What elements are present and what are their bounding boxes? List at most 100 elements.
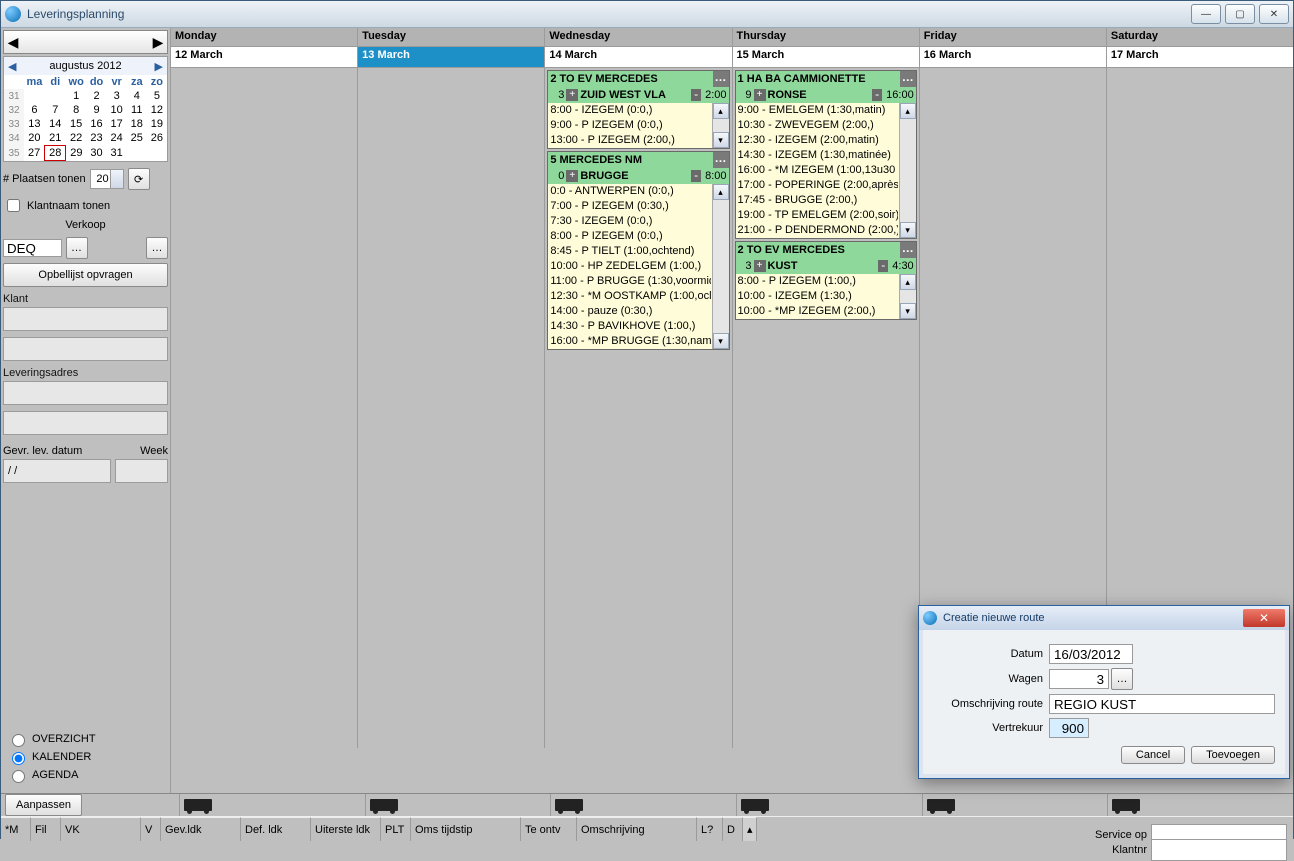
close-button[interactable]: ✕ bbox=[1259, 4, 1289, 24]
collapse-icon[interactable]: - bbox=[878, 260, 888, 272]
opbellijst-button[interactable]: Opbellijst opvragen bbox=[3, 263, 168, 287]
calendar-day[interactable]: 5 bbox=[147, 89, 167, 103]
view-overzicht-radio[interactable] bbox=[12, 734, 25, 747]
calendar-day[interactable]: 20 bbox=[24, 131, 45, 146]
expand-icon[interactable]: + bbox=[566, 89, 578, 101]
route-item[interactable]: 7:00 - P IZEGEM (0:30,) bbox=[550, 199, 710, 214]
grid-col-header[interactable]: Uiterste ldk bbox=[311, 817, 381, 841]
grid-col-header[interactable]: Def. ldk bbox=[241, 817, 311, 841]
grid-col-header[interactable]: D bbox=[723, 817, 743, 841]
route-menu-icon[interactable]: … bbox=[900, 242, 916, 258]
route-item[interactable]: 9:00 - P IZEGEM (0:0,) bbox=[550, 118, 710, 133]
route-menu-icon[interactable]: … bbox=[713, 152, 729, 168]
route-item[interactable]: 8:00 - P IZEGEM (1:00,) bbox=[738, 274, 898, 289]
lev-input2[interactable] bbox=[3, 411, 168, 435]
route-item[interactable]: 19:00 - TP EMELGEM (2:00,soir) bbox=[738, 208, 898, 223]
route-item[interactable]: 21:00 - P DENDERMOND (2:00,) bbox=[738, 223, 898, 238]
minimize-button[interactable]: — bbox=[1191, 4, 1221, 24]
calendar-day[interactable]: 6 bbox=[24, 103, 45, 117]
route-item[interactable]: 9:00 - EMELGEM (1:30,matin) bbox=[738, 103, 898, 118]
route-item[interactable]: 16:00 - *M IZEGEM (1:00,13u30 bbox=[738, 163, 898, 178]
route-item[interactable]: 10:00 - IZEGEM (1:30,) bbox=[738, 289, 898, 304]
truck-icon[interactable] bbox=[741, 799, 769, 811]
route-header[interactable]: 5 MERCEDES NM… bbox=[548, 152, 728, 168]
grid-col-header[interactable]: Te ontv bbox=[521, 817, 577, 841]
verkoop-lookup2-button[interactable]: … bbox=[146, 237, 168, 259]
route-header[interactable]: 1 HA BA CAMMIONETTE… bbox=[736, 71, 916, 87]
calendar-day[interactable] bbox=[127, 146, 147, 161]
day-column[interactable]: Wednesday14 March2 TO EV MERCEDES…3+ZUID… bbox=[544, 28, 731, 748]
calendar-day[interactable]: 11 bbox=[127, 103, 147, 117]
grid-col-header[interactable]: Gev.ldk bbox=[161, 817, 241, 841]
route-item[interactable]: 10:00 - HP ZEDELGEM (1:00,) bbox=[550, 259, 710, 274]
truck-icon[interactable] bbox=[927, 799, 955, 811]
route-item[interactable]: 14:30 - IZEGEM (1:30,matinée) bbox=[738, 148, 898, 163]
mini-calendar[interactable]: ◀ augustus 2012 ▶ madiwodovrzazo31123453… bbox=[3, 56, 168, 162]
calendar-day[interactable]: 2 bbox=[86, 89, 106, 103]
calendar-day[interactable]: 17 bbox=[107, 117, 127, 131]
calendar-day[interactable]: 27 bbox=[24, 146, 45, 161]
calendar-day[interactable]: 8 bbox=[66, 103, 87, 117]
calendar-day[interactable]: 12 bbox=[147, 103, 167, 117]
calendar-day[interactable]: 22 bbox=[66, 131, 87, 146]
grid-col-header[interactable]: Oms tijdstip bbox=[411, 817, 521, 841]
view-kalender-radio[interactable] bbox=[12, 752, 25, 765]
grid-scroll-up[interactable]: ▴ bbox=[743, 817, 757, 841]
expand-icon[interactable]: + bbox=[566, 170, 578, 182]
calendar-day[interactable]: 4 bbox=[127, 89, 147, 103]
grid-col-header[interactable]: Fil bbox=[31, 817, 61, 841]
route-item[interactable]: 7:30 - IZEGEM (0:0,) bbox=[550, 214, 710, 229]
calendar-day[interactable]: 9 bbox=[86, 103, 106, 117]
route-header[interactable]: 2 TO EV MERCEDES… bbox=[736, 242, 916, 258]
route-scrollbar[interactable]: ▴▾ bbox=[712, 103, 729, 148]
maximize-button[interactable]: ▢ bbox=[1225, 4, 1255, 24]
calendar-day[interactable] bbox=[24, 89, 45, 103]
route-block[interactable]: 2 TO EV MERCEDES…3+ZUID WEST VLA-2:008:0… bbox=[547, 70, 729, 149]
route-item[interactable]: 8:00 - P IZEGEM (0:0,) bbox=[550, 229, 710, 244]
route-block[interactable]: 2 TO EV MERCEDES…3+KUST-4:308:00 - P IZE… bbox=[735, 241, 917, 320]
wagen-input[interactable] bbox=[1049, 669, 1109, 689]
route-item[interactable]: 8:00 - IZEGEM (0:0,) bbox=[550, 103, 710, 118]
calendar-day[interactable]: 10 bbox=[107, 103, 127, 117]
grid-col-header[interactable]: L? bbox=[697, 817, 723, 841]
route-item[interactable]: 0:0 - ANTWERPEN (0:0,) bbox=[550, 184, 710, 199]
route-menu-icon[interactable]: … bbox=[713, 71, 729, 87]
expand-icon[interactable]: + bbox=[754, 260, 766, 272]
route-item[interactable]: 11:00 - P BRUGGE (1:30,voormid bbox=[550, 274, 710, 289]
klantnr-input[interactable] bbox=[1151, 839, 1287, 861]
expand-icon[interactable]: + bbox=[754, 89, 766, 101]
klant-input1[interactable] bbox=[3, 307, 168, 331]
route-item[interactable]: 12:30 - *M OOSTKAMP (1:00,ocl bbox=[550, 289, 710, 304]
calendar-day[interactable]: 28 bbox=[45, 146, 66, 161]
calendar-day[interactable]: 14 bbox=[45, 117, 66, 131]
grid-col-header[interactable]: V bbox=[141, 817, 161, 841]
calendar-day[interactable]: 18 bbox=[127, 117, 147, 131]
truck-icon[interactable] bbox=[555, 799, 583, 811]
route-item[interactable]: 12:30 - IZEGEM (2:00,matin) bbox=[738, 133, 898, 148]
plaatsen-spinner[interactable]: 20 bbox=[90, 169, 124, 189]
grid-col-header[interactable]: VK bbox=[61, 817, 141, 841]
lev-input1[interactable] bbox=[3, 381, 168, 405]
klant-input2[interactable] bbox=[3, 337, 168, 361]
calendar-day[interactable]: 31 bbox=[107, 146, 127, 161]
calendar-day[interactable]: 21 bbox=[45, 131, 66, 146]
dialog-close-button[interactable]: ✕ bbox=[1243, 609, 1285, 627]
calendar-day[interactable]: 26 bbox=[147, 131, 167, 146]
calendar-day[interactable]: 15 bbox=[66, 117, 87, 131]
refresh-button[interactable]: ⟳ bbox=[128, 168, 150, 190]
datum-input[interactable] bbox=[1049, 644, 1133, 664]
dialog-cancel-button[interactable]: Cancel bbox=[1121, 746, 1185, 764]
route-item[interactable]: 16:00 - *MP BRUGGE (1:30,nam bbox=[550, 334, 710, 349]
calendar-day[interactable]: 16 bbox=[86, 117, 106, 131]
wagen-lookup-button[interactable]: … bbox=[1111, 668, 1133, 690]
verkoop-input[interactable] bbox=[3, 239, 62, 257]
calendar-day[interactable]: 25 bbox=[127, 131, 147, 146]
grid-col-header[interactable]: *M bbox=[1, 817, 31, 841]
collapse-icon[interactable]: - bbox=[691, 170, 701, 182]
verkoop-lookup-button[interactable]: … bbox=[66, 237, 88, 259]
calendar-day[interactable]: 1 bbox=[66, 89, 87, 103]
grid-col-header[interactable]: PLT bbox=[381, 817, 411, 841]
omschrijving-input[interactable] bbox=[1049, 694, 1275, 714]
route-item[interactable]: 14:30 - P BAVIKHOVE (1:00,) bbox=[550, 319, 710, 334]
calendar-day[interactable]: 23 bbox=[86, 131, 106, 146]
